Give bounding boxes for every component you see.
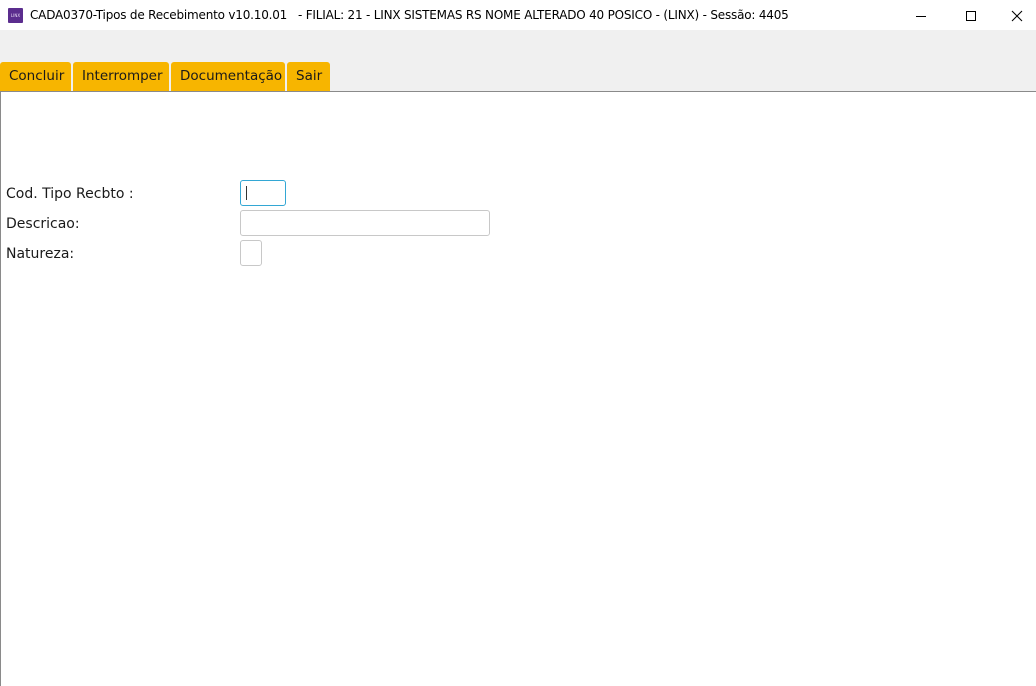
cod-tipo-label: Cod. Tipo Recbto : <box>6 186 134 202</box>
concluir-button[interactable]: Concluir <box>0 62 71 91</box>
descricao-label: Descricao: <box>6 216 80 232</box>
minimize-button[interactable] <box>898 0 944 31</box>
app-window: LINX CADA0370-Tipos de Recebimento v10.1… <box>0 0 1036 686</box>
minimize-icon <box>916 15 926 17</box>
documentacao-button[interactable]: Documentação <box>171 62 285 91</box>
maximize-button[interactable] <box>948 0 994 31</box>
title-bar[interactable]: LINX CADA0370-Tipos de Recebimento v10.1… <box>0 0 1036 31</box>
maximize-icon <box>966 10 976 21</box>
app-logo-icon: LINX <box>8 8 23 23</box>
close-button[interactable] <box>994 0 1036 31</box>
window-title: CADA0370-Tipos de Recebimento v10.10.01 … <box>30 8 789 22</box>
action-tabs: Concluir Interromper Documentação Sair <box>0 62 332 91</box>
sair-button[interactable]: Sair <box>287 62 330 91</box>
text-caret <box>246 186 247 200</box>
natureza-input[interactable] <box>240 240 262 266</box>
descricao-input[interactable] <box>240 210 490 236</box>
form-panel: Cod. Tipo Recbto : Descricao: Natureza: <box>0 91 1036 686</box>
natureza-label: Natureza: <box>6 246 75 262</box>
close-icon <box>1011 10 1023 21</box>
interromper-button[interactable]: Interromper <box>73 62 169 91</box>
